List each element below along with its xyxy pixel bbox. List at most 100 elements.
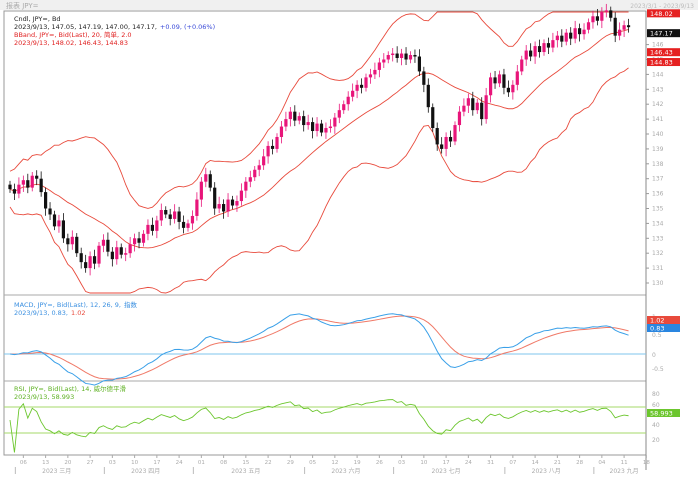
candle-body [382, 59, 386, 63]
x-tick-label: 12 [331, 460, 338, 466]
window-title: 报表 JPY= [6, 1, 39, 10]
candle-body [391, 53, 395, 56]
candle-body [279, 126, 284, 137]
candle-body [529, 50, 533, 57]
y-tick-label: 130 [652, 280, 664, 287]
candle-body [35, 175, 39, 179]
candle-body [146, 224, 150, 234]
candle-body [44, 192, 48, 209]
candle-body [448, 136, 453, 142]
candle-body [520, 59, 524, 72]
candle-body [115, 247, 119, 260]
candle-body [431, 107, 435, 129]
candle-body [195, 199, 199, 216]
candle-body [52, 214, 57, 227]
bband-lower-label: 144.83 [650, 59, 673, 67]
candle-body [600, 11, 604, 21]
candle-body [506, 87, 510, 93]
candle [431, 103, 435, 132]
candle-body [546, 43, 551, 48]
candle-body [591, 16, 595, 23]
candle-body [595, 16, 599, 21]
candle-body [137, 238, 141, 243]
x-tick-label: 28 [576, 460, 583, 466]
candle-body [515, 71, 519, 85]
candle-body [342, 104, 346, 111]
x-tick-label: 06 [20, 460, 27, 466]
candle-body [8, 184, 12, 190]
candle-body [208, 174, 212, 188]
signal-label: 1.02 [650, 317, 664, 325]
candle-body [564, 32, 568, 42]
candle-body [141, 233, 146, 243]
candle-body [262, 156, 266, 166]
y-tick-label: 40 [652, 422, 660, 429]
candle-body [333, 117, 337, 127]
month-label: 2023 五月 [231, 468, 260, 475]
x-tick-label: 29 [287, 460, 294, 466]
candle-body [533, 46, 537, 57]
candle-body [364, 77, 368, 88]
candle-body [199, 181, 203, 200]
candle-body [542, 43, 546, 53]
x-tick-label: 03 [109, 460, 116, 466]
y-tick-label: 140 [652, 131, 664, 138]
candle-body [17, 184, 21, 194]
candle-body [155, 220, 159, 231]
x-tick-label: 10 [131, 460, 138, 466]
y-tick-label: 141 [652, 116, 664, 123]
x-tick-label: 27 [87, 460, 94, 466]
candle-body [386, 55, 390, 60]
candle-body [408, 55, 413, 60]
candle-body [440, 144, 444, 149]
candle-body [489, 77, 493, 96]
candle-body [328, 126, 332, 129]
x-tick-label: 19 [354, 460, 361, 466]
x-tick-label: 15 [242, 460, 249, 466]
candle-body [471, 98, 475, 111]
candle-body [26, 180, 30, 188]
candle-body [311, 122, 315, 132]
legend-rsi-value: 2023/9/13, 58.993 [14, 393, 74, 401]
candle-body [578, 28, 582, 35]
candle-body [422, 71, 426, 85]
candle-body [61, 220, 65, 239]
candle-body [168, 214, 172, 219]
candle-body [70, 236, 74, 245]
candle-body [537, 46, 542, 53]
candle-body [177, 211, 181, 222]
rsi-label: 58.993 [650, 410, 673, 418]
candle-body [124, 253, 128, 255]
y-tick-label: 60 [652, 402, 660, 409]
candle-body [351, 90, 355, 97]
candle-body [79, 253, 83, 263]
x-tick-label: 26 [376, 460, 383, 466]
candle-body [181, 221, 186, 228]
candle-body [244, 181, 248, 191]
candle-body [88, 256, 92, 269]
month-label: 2023 八月 [532, 468, 561, 475]
x-tick-label: 05 [309, 460, 316, 466]
candle-body [524, 50, 528, 60]
legend-rsi: RSI, JPY=, Bid(Last), 14, 威尔德平滑 [14, 384, 126, 393]
candle-body [253, 169, 257, 178]
candle-body [493, 77, 497, 84]
candle-body [502, 74, 506, 88]
x-tick-label: 21 [554, 460, 561, 466]
month-label: 2023 六月 [331, 467, 360, 475]
candle-body [555, 35, 559, 41]
candle-body [57, 220, 61, 227]
candle-body [186, 223, 190, 228]
candle-body [453, 125, 457, 142]
y-tick-label: 132 [652, 250, 664, 257]
x-tick-label: 17 [443, 460, 450, 466]
candle-body [359, 84, 364, 88]
candle-body [337, 110, 341, 118]
y-tick-label: 133 [652, 235, 664, 242]
legend-macd-mode: 指数 [124, 300, 138, 309]
candle-body [582, 29, 586, 35]
candle-body [257, 165, 261, 170]
x-tick-label: 01 [198, 460, 205, 466]
candle-body [618, 29, 622, 36]
candle-body [66, 238, 70, 245]
